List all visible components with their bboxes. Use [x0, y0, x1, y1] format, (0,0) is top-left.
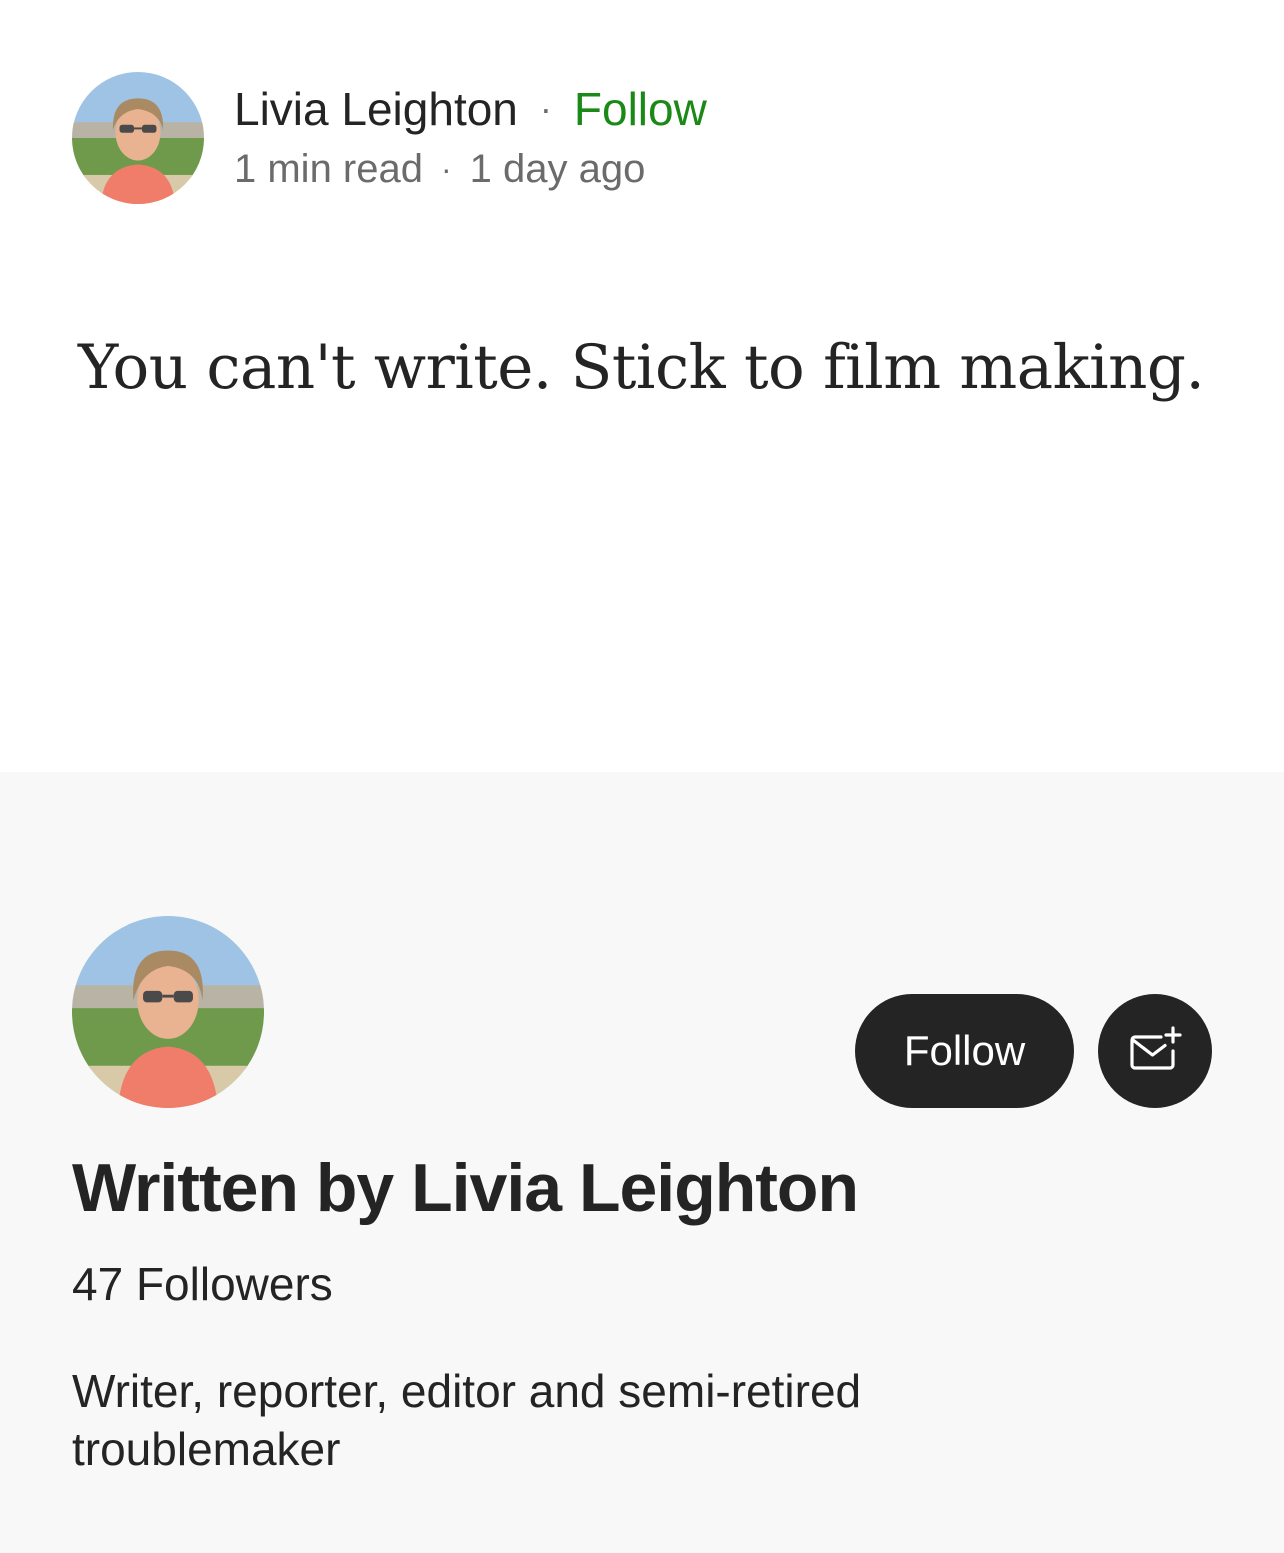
followers-count[interactable]: 47 Followers: [72, 1254, 333, 1314]
read-time: 1 min read: [234, 147, 423, 191]
written-by-heading[interactable]: Written by Livia Leighton: [72, 1146, 859, 1230]
story-body-text: You can't write. Stick to film making.: [78, 332, 1205, 403]
follow-link[interactable]: Follow: [574, 78, 707, 140]
subscribe-email-button[interactable]: [1098, 994, 1212, 1108]
story-page: Livia Leighton · Follow 1 min read · 1 d…: [0, 0, 1284, 1553]
author-name-link[interactable]: Livia Leighton: [234, 78, 518, 140]
byline-author-row: Livia Leighton · Follow: [234, 78, 707, 140]
story-byline: Livia Leighton · Follow 1 min read · 1 d…: [72, 72, 707, 204]
post-date: 1 day ago: [469, 147, 646, 191]
byline-text: Livia Leighton · Follow 1 min read · 1 d…: [234, 78, 707, 198]
author-avatar-large[interactable]: [72, 916, 264, 1108]
author-photo-large: [72, 916, 264, 1108]
author-avatar[interactable]: [72, 72, 204, 204]
mail-plus-icon: [1130, 1026, 1182, 1070]
author-card: Follow Written by Livia Leighton 47 Foll…: [0, 772, 1284, 1553]
separator-dot: ·: [539, 88, 552, 129]
author-bio: Writer, reporter, editor and semi-retire…: [72, 1365, 862, 1475]
byline-meta-row: 1 min read · 1 day ago: [234, 140, 707, 198]
separator-dot: ·: [440, 151, 452, 187]
author-photo: [72, 72, 204, 204]
follow-button[interactable]: Follow: [855, 994, 1074, 1108]
